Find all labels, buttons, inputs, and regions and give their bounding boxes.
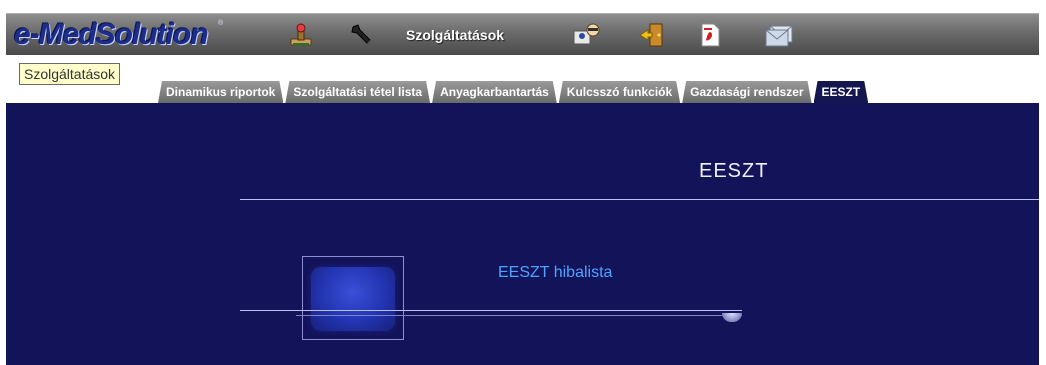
- app-logo[interactable]: e-MedSolution: [14, 19, 209, 51]
- pdf-icon[interactable]: [698, 22, 724, 48]
- tab-kulcsszo-funkciok[interactable]: Kulcsszó funkciók: [559, 81, 680, 103]
- service-label[interactable]: Szolgáltatások: [406, 27, 504, 43]
- breadcrumb: Szolgáltatások: [19, 63, 121, 85]
- wrench-icon[interactable]: [348, 22, 374, 48]
- title-divider: [240, 199, 1039, 200]
- section-title: EESZT: [699, 160, 769, 182]
- eeszt-hibalista-link[interactable]: EESZT hibalista: [498, 264, 612, 282]
- tab-anyagkarbantartas[interactable]: Anyagkarbantartás: [432, 81, 557, 103]
- tab-gazdasagi-rendszer[interactable]: Gazdasági rendszer: [682, 81, 811, 103]
- item-divider-secondary: [296, 315, 742, 316]
- tab-eeszt[interactable]: EESZT: [814, 81, 869, 103]
- user-card-icon[interactable]: [572, 22, 600, 48]
- tab-row: Szolgáltatások Dinamikus riportok Szolgá…: [6, 55, 1039, 103]
- header-bar: e-MedSolution ® Szolgáltatások: [6, 13, 1039, 55]
- stamp-icon[interactable]: [288, 22, 314, 48]
- main-panel: EESZT EESZT hibalista: [6, 103, 1039, 365]
- tab-dinamikus-riportok[interactable]: Dinamikus riportok: [158, 81, 283, 103]
- app-window: e-MedSolution ® Szolgáltatások Szolgálta…: [0, 0, 1046, 365]
- tile-cushion-icon: [311, 267, 395, 331]
- item-divider: [240, 310, 742, 311]
- eeszt-hibalista-tile[interactable]: [302, 256, 404, 340]
- exit-door-icon[interactable]: [638, 22, 664, 48]
- tab-szolgaltatasi-tetel-lista[interactable]: Szolgáltatási tétel lista: [285, 81, 430, 103]
- mail-icon[interactable]: [764, 22, 793, 48]
- item-knob-icon: [722, 313, 742, 322]
- registered-mark: ®: [218, 20, 224, 27]
- tab-bar: Dinamikus riportok Szolgáltatási tétel l…: [158, 81, 870, 103]
